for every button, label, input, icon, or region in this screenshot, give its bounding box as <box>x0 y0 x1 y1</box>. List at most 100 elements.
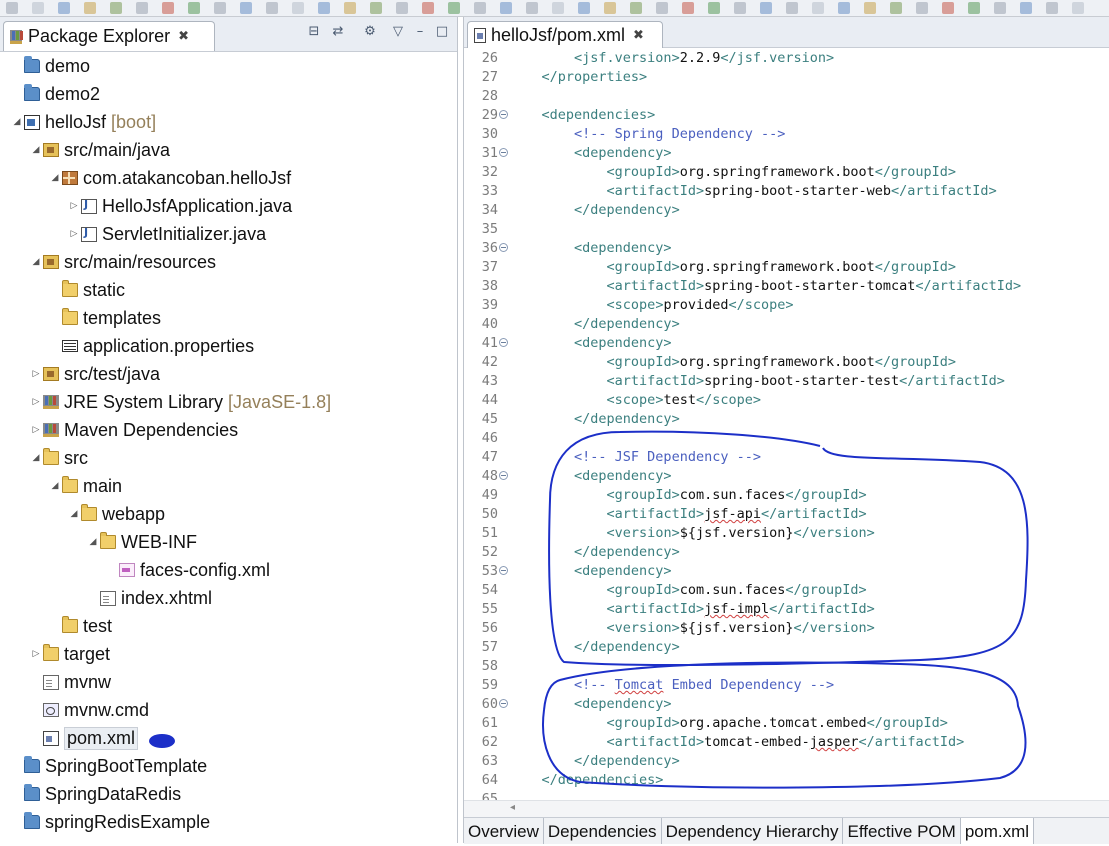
tree-item[interactable]: ▷ target <box>0 640 456 668</box>
toolbar-button-icon[interactable] <box>864 2 876 14</box>
toolbar-button-icon[interactable] <box>630 2 642 14</box>
toolbar-button-icon[interactable] <box>370 2 382 14</box>
view-menu-icon[interactable]: ▽ <box>390 24 406 40</box>
tree-item[interactable]: pom.xml <box>0 724 456 752</box>
tree-item[interactable]: ◢ main <box>0 472 456 500</box>
tree-item[interactable]: ◢ src/main/resources <box>0 248 456 276</box>
tree-item[interactable]: ◢ src <box>0 444 456 472</box>
package-explorer-tab[interactable]: Package Explorer ✖ <box>3 21 215 51</box>
toolbar-button-icon[interactable] <box>994 2 1006 14</box>
toolbar-button-icon[interactable] <box>942 2 954 14</box>
expanded-arrow-icon[interactable]: ◢ <box>67 509 81 519</box>
collapse-all-icon[interactable]: ⊟ <box>306 24 322 40</box>
expanded-arrow-icon[interactable]: ◢ <box>48 173 62 183</box>
toolbar-button-icon[interactable] <box>760 2 772 14</box>
toolbar-button-icon[interactable] <box>1072 2 1084 14</box>
collapsed-arrow-icon[interactable]: ▷ <box>29 649 43 659</box>
expanded-arrow-icon[interactable]: ◢ <box>48 481 62 491</box>
toolbar-button-icon[interactable] <box>604 2 616 14</box>
expanded-arrow-icon[interactable]: ◢ <box>29 453 43 463</box>
bottom-tab-pom-xml[interactable]: pom.xml <box>960 818 1035 844</box>
toolbar-button-icon[interactable] <box>708 2 720 14</box>
tree-item[interactable]: ◢ webapp <box>0 500 456 528</box>
toolbar-button-icon[interactable] <box>968 2 980 14</box>
tree-item[interactable]: mvnw <box>0 668 456 696</box>
toolbar-button-icon[interactable] <box>188 2 200 14</box>
toolbar-button-icon[interactable] <box>500 2 512 14</box>
toolbar-button-icon[interactable] <box>266 2 278 14</box>
toolbar-button-icon[interactable] <box>890 2 902 14</box>
bottom-tab-dependency-hierarchy[interactable]: Dependency Hierarchy <box>662 818 844 844</box>
tree-item[interactable]: index.xhtml <box>0 584 456 612</box>
tree-item[interactable]: SpringDataRedis <box>0 780 456 808</box>
tree-item[interactable]: ◢ src/main/java <box>0 136 456 164</box>
bottom-tab-dependencies[interactable]: Dependencies <box>544 818 662 844</box>
tree-item[interactable]: faces-config.xml <box>0 556 456 584</box>
expanded-arrow-icon[interactable]: ◢ <box>29 145 43 155</box>
fold-toggle-icon[interactable] <box>499 699 508 708</box>
tree-item[interactable]: springRedisExample <box>0 808 456 836</box>
toolbar-button-icon[interactable] <box>1046 2 1058 14</box>
maximize-icon[interactable]: □ <box>434 24 450 40</box>
toolbar-button-icon[interactable] <box>734 2 746 14</box>
tree-item[interactable]: templates <box>0 304 456 332</box>
tree-item[interactable]: ◢ WEB-INF <box>0 528 456 556</box>
tree-item[interactable]: SpringBootTemplate <box>0 752 456 780</box>
tree-item[interactable]: ▷ Maven Dependencies <box>0 416 456 444</box>
bottom-tab-overview[interactable]: Overview <box>464 818 544 844</box>
tree-item[interactable]: ▷ HelloJsfApplication.java <box>0 192 456 220</box>
collapsed-arrow-icon[interactable]: ▷ <box>29 397 43 407</box>
tree-item[interactable]: demo2 <box>0 80 456 108</box>
focus-icon[interactable]: ⚙ <box>362 24 378 40</box>
toolbar-button-icon[interactable] <box>214 2 226 14</box>
collapsed-arrow-icon[interactable]: ▷ <box>29 425 43 435</box>
fold-toggle-icon[interactable] <box>499 566 508 575</box>
toolbar-button-icon[interactable] <box>162 2 174 14</box>
toolbar-button-icon[interactable] <box>136 2 148 14</box>
link-with-editor-icon[interactable]: ⇄ <box>330 24 346 40</box>
toolbar-button-icon[interactable] <box>344 2 356 14</box>
toolbar-button-icon[interactable] <box>58 2 70 14</box>
minimize-icon[interactable]: – <box>412 24 428 40</box>
toolbar-button-icon[interactable] <box>526 2 538 14</box>
horizontal-scrollbar[interactable]: ◂ <box>464 800 1109 817</box>
tree-item[interactable]: ▷ src/test/java <box>0 360 456 388</box>
toolbar-button-icon[interactable] <box>916 2 928 14</box>
toolbar-button-icon[interactable] <box>240 2 252 14</box>
toolbar-button-icon[interactable] <box>838 2 850 14</box>
toolbar-button-icon[interactable] <box>474 2 486 14</box>
collapsed-arrow-icon[interactable]: ▷ <box>67 201 81 211</box>
close-icon[interactable]: ✖ <box>178 29 189 44</box>
collapsed-arrow-icon[interactable]: ▷ <box>29 369 43 379</box>
expanded-arrow-icon[interactable]: ◢ <box>29 257 43 267</box>
toolbar-button-icon[interactable] <box>656 2 668 14</box>
toolbar-button-icon[interactable] <box>578 2 590 14</box>
tree-item[interactable]: test <box>0 612 456 640</box>
toolbar-button-icon[interactable] <box>32 2 44 14</box>
toolbar-button-icon[interactable] <box>422 2 434 14</box>
collapsed-arrow-icon[interactable]: ▷ <box>67 229 81 239</box>
expanded-arrow-icon[interactable]: ◢ <box>10 117 24 127</box>
toolbar-button-icon[interactable] <box>812 2 824 14</box>
tree-item[interactable]: demo <box>0 52 456 80</box>
fold-toggle-icon[interactable] <box>499 338 508 347</box>
tree-item[interactable]: ▷ ServletInitializer.java <box>0 220 456 248</box>
bottom-tab-effective-pom[interactable]: Effective POM <box>843 818 961 844</box>
tree-item[interactable]: ◢ com.atakancoban.helloJsf <box>0 164 456 192</box>
expanded-arrow-icon[interactable]: ◢ <box>86 537 100 547</box>
fold-toggle-icon[interactable] <box>499 110 508 119</box>
toolbar-button-icon[interactable] <box>552 2 564 14</box>
tree-item[interactable]: static <box>0 276 456 304</box>
toolbar-button-icon[interactable] <box>448 2 460 14</box>
scroll-left-icon[interactable]: ◂ <box>510 802 515 813</box>
toolbar-button-icon[interactable] <box>682 2 694 14</box>
toolbar-button-icon[interactable] <box>110 2 122 14</box>
tree-item[interactable]: mvnw.cmd <box>0 696 456 724</box>
toolbar-button-icon[interactable] <box>1020 2 1032 14</box>
toolbar-button-icon[interactable] <box>318 2 330 14</box>
editor-tab-pom[interactable]: helloJsf/pom.xml ✖ <box>467 21 663 48</box>
tree-item[interactable]: ◢ helloJsf [boot] <box>0 108 456 136</box>
toolbar-button-icon[interactable] <box>84 2 96 14</box>
fold-toggle-icon[interactable] <box>499 471 508 480</box>
toolbar-button-icon[interactable] <box>396 2 408 14</box>
